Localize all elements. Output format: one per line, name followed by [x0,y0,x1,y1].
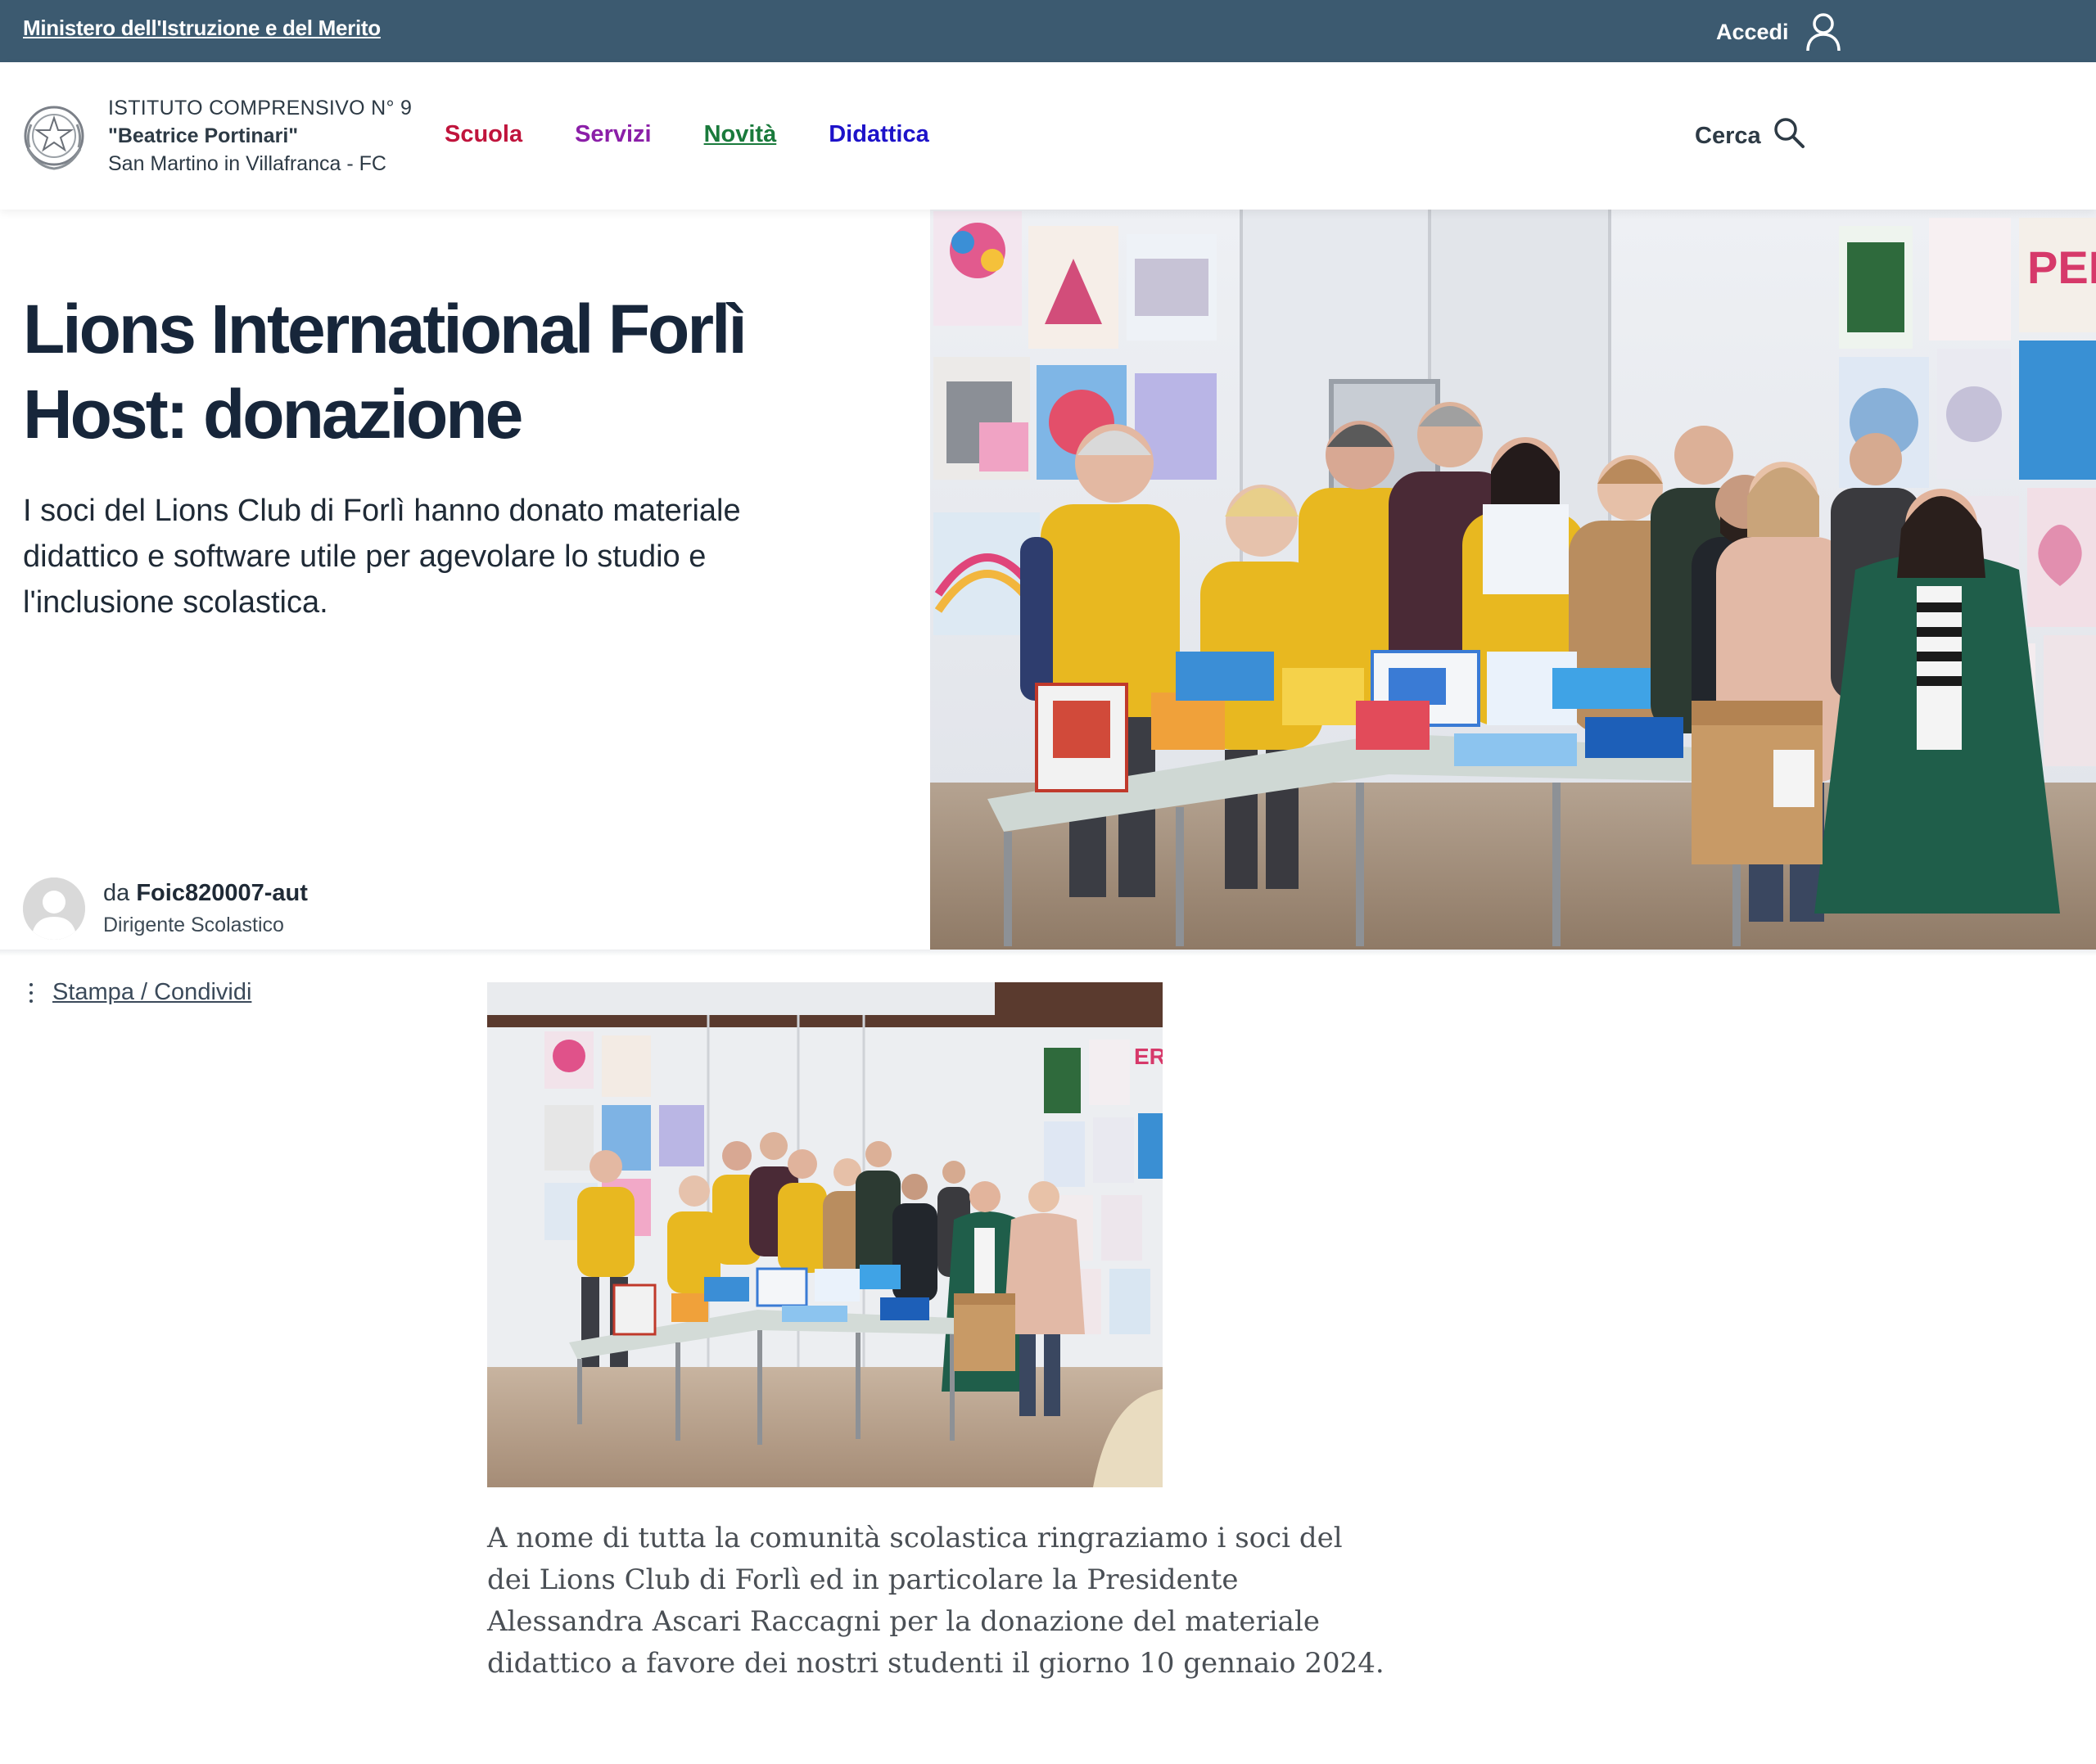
top-bar: Ministero dell'Istruzione e del Merito A… [0,0,2096,62]
main-nav: Scuola Servizi Novità Didattica [445,121,929,148]
avatar [23,877,85,940]
author-role: Dirigente Scolastico [103,914,284,936]
search-icon [1773,116,1805,156]
author-name[interactable]: Foic820007-aut [136,880,308,906]
user-icon [1805,11,1841,52]
login-button[interactable]: Accedi [1716,11,1841,52]
ministry-link[interactable]: Ministero dell'Istruzione e del Merito [23,16,381,41]
section-divider [0,950,2096,956]
nav-item-scuola[interactable]: Scuola [445,121,522,148]
site-header: ISTITUTO COMPRENSIVO N° 9 "Beatrice Port… [0,62,2096,210]
login-label: Accedi [1716,19,1789,44]
more-vertical-icon [23,981,39,1005]
author-byline: da Foic820007-aut [103,880,308,907]
search-label: Cerca [1695,122,1761,149]
article-description: I soci del Lions Club di Forlì hanno don… [23,494,741,620]
svg-text:PER: PER [2027,241,2096,293]
school-line-2: "Beatrice Portinari" [108,124,299,147]
search-button[interactable]: Cerca [1695,116,1805,156]
author-block: da Foic820007-aut Dirigente Scolastico [23,876,308,941]
article-title: Lions International Forlì Host: donazion… [23,291,748,453]
share-label: Stampa / Condividi [52,979,252,1005]
author-prefix: da [103,880,130,906]
article-hero: Lions International Forlì Host: donazion… [0,210,2096,953]
school-line-3: San Martino in Villafranca - FC [108,152,386,175]
nav-item-didattica[interactable]: Didattica [829,121,928,148]
hero-group-photo: PER [930,210,2096,950]
article-group-photo: ER [487,982,1163,1487]
republic-emblem-icon[interactable] [21,100,87,174]
nav-item-servizi[interactable]: Servizi [575,121,652,148]
school-name[interactable]: ISTITUTO COMPRENSIVO N° 9 "Beatrice Port… [108,94,412,178]
svg-text:ER: ER [1134,1044,1163,1069]
nav-item-novita[interactable]: Novità [704,121,777,148]
share-menu[interactable]: Stampa / Condividi [23,979,251,1006]
article-body: A nome di tutta la comunità scolastica r… [487,1522,1385,1680]
school-line-1: ISTITUTO COMPRENSIVO N° 9 [108,97,413,120]
